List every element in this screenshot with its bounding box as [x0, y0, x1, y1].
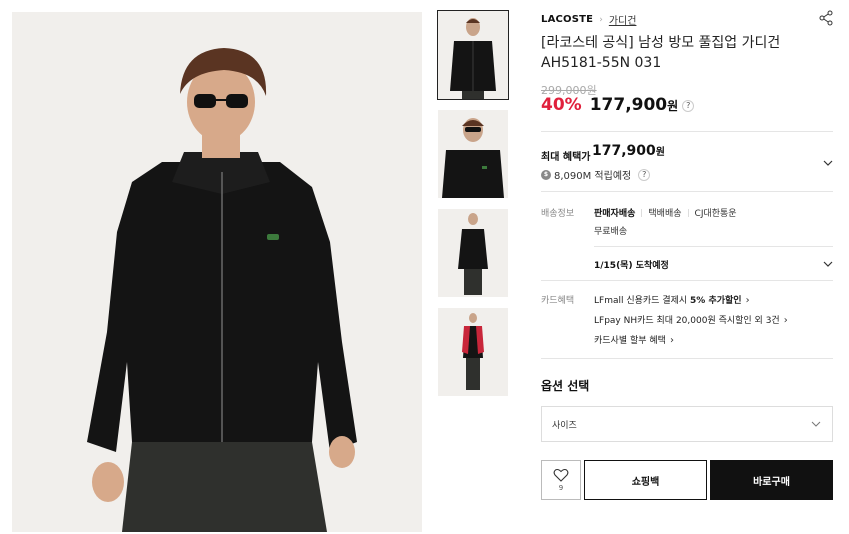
max-benefit-label: 최대 혜택가 [541, 152, 591, 163]
thumbnail-4-image [438, 308, 508, 396]
breadcrumb: LACOSTE › 가디건 [541, 12, 636, 27]
points-help-icon[interactable]: ? [638, 168, 651, 181]
thumbnail-1-image [438, 11, 508, 99]
size-select-placeholder: 사이즈 [552, 420, 577, 431]
price-help-icon[interactable]: ? [682, 99, 695, 112]
arrival-date: 1/15(목) 도착예정 [594, 261, 669, 271]
divider [541, 131, 833, 132]
chevron-right-icon: › [669, 335, 674, 346]
thumbnail-3[interactable] [438, 209, 508, 297]
size-select[interactable]: 사이즈 [541, 406, 833, 442]
thumbnail-2-image [438, 110, 508, 198]
share-icon[interactable] [818, 10, 834, 26]
card-benefit-label: 카드혜택 [541, 296, 575, 306]
shopping-bag-button[interactable]: 쇼핑백 [584, 460, 707, 500]
thumbnail-2[interactable] [438, 110, 508, 198]
sale-price-unit: 원 [667, 99, 679, 113]
card-benefit-3-text: 카드사별 할부 혜택 [594, 336, 666, 346]
max-benefit-price-unit: 원 [655, 147, 665, 158]
sale-price-value: 177,900 [589, 95, 668, 115]
price-row: 40% 177,900원? [541, 95, 695, 115]
thumbnail-3-image [438, 209, 508, 297]
points-row: $ 8,090M 적립예정 ? [541, 167, 651, 182]
max-benefit-price: 177,900원 [592, 143, 665, 159]
card-benefit-1-highlight: 5% 추가할인 [690, 296, 742, 306]
card-benefit-2-text: LFpay NH카드 최대 20,000원 즉시할인 외 3건 [594, 316, 780, 326]
separator [687, 208, 689, 217]
wishlist-count: 9 [558, 484, 564, 492]
heart-icon [553, 468, 569, 482]
chevron-right-icon: › [783, 315, 788, 326]
divider [541, 191, 833, 192]
discount-rate: 40% [541, 95, 582, 115]
shipping-method: 택배배송 [648, 209, 682, 219]
sale-price: 177,900원? [589, 95, 695, 115]
product-info-panel: LACOSTE › 가디건 [라코스테 공식] 남성 방모 풀집업 가디건 AH… [541, 0, 833, 534]
arrival-chevron-down-icon[interactable] [822, 258, 834, 270]
divider [541, 358, 833, 359]
shipping-type: 판매자배송 [594, 209, 636, 219]
card-benefit-2[interactable]: LFpay NH카드 최대 20,000원 즉시할인 외 3건 › [594, 313, 788, 326]
points-text: 8,090M 적립예정 [554, 171, 632, 182]
category-link[interactable]: 가디건 [609, 12, 637, 27]
card-benefit-3[interactable]: 카드사별 할부 혜택 › [594, 333, 674, 346]
breadcrumb-separator: › [599, 14, 603, 25]
card-benefit-1[interactable]: LFmall 신용카드 결제시 5% 추가할인 › [594, 293, 750, 306]
shipping-label: 배송정보 [541, 209, 575, 219]
divider [541, 280, 833, 281]
shipping-fee: 무료배송 [594, 227, 628, 237]
shipping-methods: 판매자배송 택배배송 CJ대한통운 [594, 206, 737, 219]
brand-link[interactable]: LACOSTE [541, 14, 593, 25]
shipping-carrier: CJ대한통운 [694, 209, 737, 219]
buy-now-button[interactable]: 바로구매 [710, 460, 833, 500]
max-benefit-price-value: 177,900 [592, 143, 656, 159]
divider [594, 246, 833, 247]
thumbnail-1[interactable] [437, 10, 509, 100]
separator [641, 208, 643, 217]
chevron-down-icon [811, 421, 821, 427]
option-title: 옵션 선택 [541, 379, 590, 393]
product-title: [라코스테 공식] 남성 방모 풀집업 가디건 AH5181-55N 031 [541, 35, 781, 71]
chevron-right-icon: › [745, 295, 750, 306]
thumbnail-4[interactable] [438, 308, 508, 396]
points-coin-icon: $ [541, 169, 551, 180]
benefit-chevron-down-icon[interactable] [822, 157, 834, 169]
card-benefit-1-text: LFmall 신용카드 결제시 [594, 296, 691, 306]
wishlist-button[interactable]: 9 [541, 460, 581, 500]
model-illustration [12, 12, 422, 532]
main-product-image [12, 12, 422, 532]
